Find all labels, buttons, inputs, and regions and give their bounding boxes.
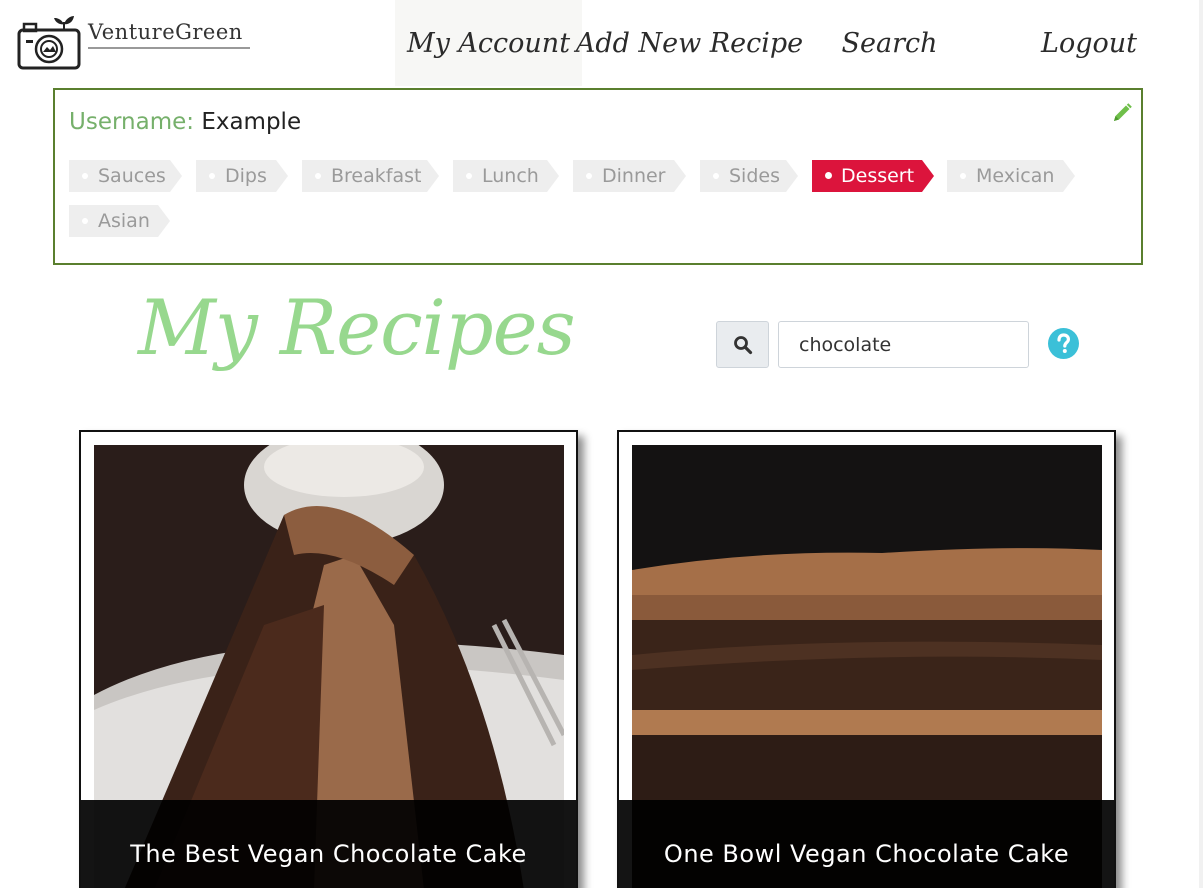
recipe-title[interactable]: One Bowl Vegan Chocolate Cake: [619, 800, 1114, 888]
recipe-card[interactable]: One Bowl Vegan Chocolate Cake: [617, 430, 1116, 888]
tag-label: Sauces: [98, 165, 166, 187]
tag-label: Asian: [98, 210, 150, 232]
tag-label: Dessert: [841, 165, 915, 187]
tag-breakfast[interactable]: Breakfast: [302, 160, 439, 192]
username-line: Username: Example: [69, 109, 301, 135]
tag-asian[interactable]: Asian: [69, 205, 170, 237]
tag-dinner[interactable]: Dinner: [573, 160, 686, 192]
tag-label: Sides: [729, 165, 780, 187]
username-label: Username:: [69, 109, 194, 135]
brand-logo[interactable]: [16, 14, 82, 72]
tag-dips[interactable]: Dips: [196, 160, 288, 192]
tag-label: Mexican: [976, 165, 1055, 187]
page-scrollbar[interactable]: [1199, 0, 1203, 888]
nav-my-account[interactable]: My Account: [395, 0, 582, 86]
tag-label: Breakfast: [331, 165, 422, 187]
brand-name[interactable]: VentureGreen: [88, 20, 250, 49]
top-navbar: VentureGreen My Account Add New Recipe S…: [0, 0, 1203, 86]
search-input[interactable]: [778, 321, 1029, 368]
recipe-title[interactable]: The Best Vegan Chocolate Cake: [81, 800, 576, 888]
nav-logout[interactable]: Logout: [995, 0, 1183, 86]
tag-dessert[interactable]: Dessert: [812, 160, 934, 192]
profile-panel: Username: Example Sauces Dips Breakfast …: [53, 88, 1143, 265]
username-value: Example: [201, 109, 302, 135]
tag-sauces[interactable]: Sauces: [69, 160, 182, 192]
nav-search[interactable]: Search: [797, 0, 982, 86]
camera-leaf-icon: [17, 16, 81, 70]
tag-sides[interactable]: Sides: [700, 160, 798, 192]
page-title: My Recipes: [138, 283, 576, 372]
tag-lunch[interactable]: Lunch: [453, 160, 559, 192]
tag-mexican[interactable]: Mexican: [947, 160, 1075, 192]
recipe-card[interactable]: The Best Vegan Chocolate Cake: [79, 430, 578, 888]
tag-label: Dips: [225, 165, 267, 187]
question-circle-icon[interactable]: [1048, 328, 1079, 359]
magnifier-icon: [733, 335, 752, 354]
nav-add-new-recipe[interactable]: Add New Recipe: [576, 0, 803, 86]
tag-label: Lunch: [482, 165, 539, 187]
pencil-icon[interactable]: [1111, 102, 1133, 124]
search-button[interactable]: [716, 321, 769, 368]
tag-label: Dinner: [602, 165, 666, 187]
